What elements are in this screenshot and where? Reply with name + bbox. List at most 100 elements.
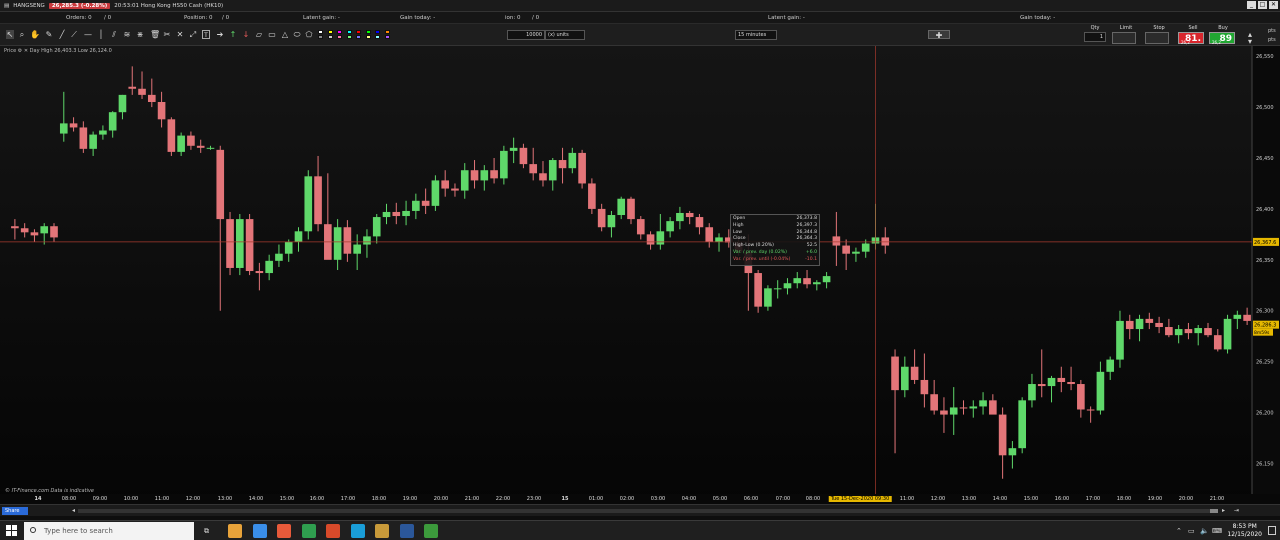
- color-swatch[interactable]: [365, 35, 371, 39]
- windows-start-icon[interactable]: [6, 525, 18, 537]
- network-icon[interactable]: ▭: [1188, 527, 1195, 535]
- price-chart[interactable]: Price ⚙ ✕ Day High 26,403.3 Low 26,124.0…: [0, 46, 1280, 504]
- price-tick-label: 26,200: [1256, 411, 1274, 417]
- word-icon[interactable]: [399, 524, 414, 538]
- zoom-icon[interactable]: ⌕: [18, 30, 26, 39]
- color-swatch[interactable]: [356, 35, 361, 39]
- candle-body: [99, 130, 107, 135]
- triangle-icon[interactable]: △: [281, 30, 289, 39]
- scroll-track[interactable]: [78, 509, 1218, 513]
- tools-icon[interactable]: ✂: [163, 30, 171, 39]
- maximize-button[interactable]: □: [1258, 1, 1267, 9]
- color-swatch[interactable]: [346, 30, 352, 34]
- cursor-icon[interactable]: ↖: [6, 30, 14, 39]
- color-swatch[interactable]: [337, 35, 342, 39]
- tooltip-value: 26,397.3: [796, 222, 817, 228]
- scroll-thumb[interactable]: [1210, 509, 1218, 513]
- candle-body: [490, 170, 498, 179]
- share-button[interactable]: Share: [2, 507, 28, 515]
- arrow-up-icon[interactable]: ↑: [229, 30, 237, 39]
- firefox-icon[interactable]: [277, 524, 291, 538]
- task-view-icon[interactable]: ⧉: [204, 527, 209, 536]
- color-swatch[interactable]: [318, 30, 323, 34]
- scroll-left-icon[interactable]: ◂: [72, 507, 75, 514]
- candlestick-chart[interactable]: 26,550 26,500 26,450 26,400 26,350 26,300 26,2…: [0, 46, 1280, 494]
- candle-body: [30, 232, 39, 236]
- candle-body: [1125, 320, 1134, 330]
- candle-body: [1223, 318, 1232, 350]
- limit-order-button[interactable]: [1112, 32, 1136, 44]
- taskbar-search[interactable]: Type here to search: [24, 522, 194, 540]
- time-tick-label: 21:00: [1209, 496, 1225, 502]
- instrument-name[interactable]: HANGSENG: [13, 3, 45, 9]
- tray-chevron-icon[interactable]: ⌃: [1176, 527, 1182, 535]
- units-select[interactable]: (x) units: [545, 30, 585, 40]
- color-swatch[interactable]: [356, 30, 361, 34]
- color-swatch[interactable]: [327, 35, 333, 39]
- hand-icon[interactable]: ✋: [30, 30, 40, 39]
- color-swatch[interactable]: [384, 35, 390, 39]
- quantity-field[interactable]: 10000: [507, 30, 545, 40]
- color-swatch[interactable]: [375, 35, 380, 39]
- chrome-icon[interactable]: [252, 524, 267, 538]
- buy-button[interactable]: 26,2 89: [1209, 32, 1235, 45]
- horizontal-line-icon[interactable]: —: [84, 30, 92, 39]
- candle-body: [607, 215, 616, 228]
- tooltip-value: +6.0: [805, 249, 817, 255]
- gann-icon[interactable]: ⋇: [136, 30, 144, 39]
- shape-icon[interactable]: ⬠: [305, 30, 313, 39]
- notification-icon[interactable]: [1268, 526, 1276, 535]
- close-button[interactable]: ✕: [1269, 1, 1278, 9]
- taskbar-clock[interactable]: 8:53 PM 12/15/2020: [1227, 523, 1262, 539]
- candle-body: [881, 237, 890, 246]
- file-explorer-icon[interactable]: [228, 524, 242, 538]
- ellipse-icon[interactable]: ⬭: [293, 30, 301, 39]
- diagonal-icon[interactable]: ⤢: [189, 30, 197, 39]
- excel-icon[interactable]: [301, 524, 316, 538]
- rectangle-icon[interactable]: ▭: [268, 30, 276, 39]
- orders-count[interactable]: Orders: 0: [66, 15, 92, 21]
- app-icon[interactable]: [350, 524, 365, 538]
- arrow-down-icon[interactable]: ↓: [242, 30, 250, 39]
- sell-button[interactable]: 26,2 81.: [1178, 32, 1204, 45]
- candle-body: [284, 241, 293, 254]
- candle-body: [431, 180, 440, 206]
- delete-icon[interactable]: 🗑: [150, 30, 160, 39]
- timeframe-select[interactable]: 15 minutes: [735, 30, 777, 40]
- fibonacci-icon[interactable]: ≋: [123, 30, 131, 39]
- window-menu-icon[interactable]: ▤: [4, 3, 9, 9]
- callout-icon[interactable]: ▱: [255, 30, 263, 39]
- keyboard-icon[interactable]: ⌨: [1212, 527, 1222, 535]
- stop-order-button[interactable]: [1145, 32, 1169, 44]
- pencil-icon[interactable]: ✎: [45, 30, 53, 39]
- trendline-icon[interactable]: ⟋: [70, 30, 78, 39]
- text-tool-icon[interactable]: T: [202, 30, 210, 39]
- scroll-right-icon[interactable]: ▸: [1222, 507, 1225, 514]
- scroll-end-icon[interactable]: ⇥: [1234, 507, 1239, 514]
- color-swatch[interactable]: [375, 30, 380, 34]
- color-swatch[interactable]: [365, 30, 371, 34]
- time-tick-label: 10:00: [123, 496, 139, 502]
- add-indicator-icon[interactable]: ✚: [928, 30, 950, 40]
- vertical-line-icon[interactable]: │: [97, 30, 105, 39]
- channel-icon[interactable]: ⫽: [110, 30, 118, 39]
- minimize-button[interactable]: _: [1247, 1, 1256, 9]
- color-swatch[interactable]: [337, 30, 342, 34]
- candle-body: [1135, 318, 1144, 330]
- color-swatch[interactable]: [384, 30, 390, 34]
- powerpoint-icon[interactable]: [326, 524, 340, 538]
- qty-input[interactable]: 1: [1084, 32, 1106, 42]
- candle-body: [930, 394, 938, 411]
- color-swatch[interactable]: [318, 35, 323, 39]
- trading-app-icon[interactable]: [424, 524, 438, 538]
- stepper-down-icon[interactable]: ▾: [1246, 37, 1254, 46]
- cross-tool-icon[interactable]: ✕: [176, 30, 184, 39]
- line-tool-icon[interactable]: ╱: [58, 30, 66, 39]
- color-swatch[interactable]: [346, 35, 352, 39]
- sticky-notes-icon[interactable]: [375, 524, 389, 538]
- position-count[interactable]: Position: 0: [184, 15, 213, 21]
- arrow-right-icon[interactable]: ➔: [216, 30, 224, 39]
- volume-icon[interactable]: 🔈: [1200, 527, 1209, 535]
- tooltip-label: Open: [733, 216, 746, 221]
- color-swatch[interactable]: [327, 30, 333, 34]
